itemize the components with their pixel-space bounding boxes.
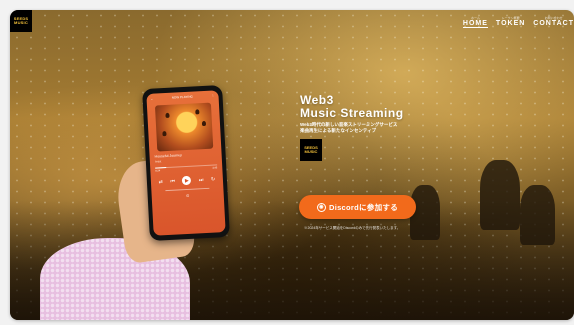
nav-sub-label: お問い合わせ (544, 16, 563, 20)
repeat-icon[interactable]: ↻ (211, 176, 216, 182)
balloon-icon (195, 109, 200, 115)
hero-subtitle-line2: 楽曲再生による新たなインセンティブ (300, 128, 377, 133)
phone-mockup: ⌄ NOW PLAYING ⋮ Houseful Journey Artist … (142, 85, 230, 241)
logo-line2: MUSIC (14, 20, 28, 25)
balloon-icon (162, 130, 167, 137)
top-nav: ホーム HOME トークン概要 TOKEN お問い合わせ CONTACT (462, 16, 574, 28)
nav-label: HOME (462, 20, 488, 28)
time-elapsed: 0:24 (155, 169, 161, 173)
silhouette (520, 185, 555, 245)
next-icon[interactable]: ⏭ (199, 177, 204, 183)
time-total: 3:45 (212, 166, 218, 170)
more-icon: ⋮ (211, 93, 215, 98)
shuffle-icon[interactable]: ⇄ (159, 179, 164, 185)
nav-label: TOKEN (495, 20, 526, 27)
nav-sub-label: トークン概要 (501, 16, 520, 20)
hero-copy: Web3 Music Streaming Web3時代の新しい音楽ストリーミング… (300, 94, 404, 161)
cta-note: ※2024年サービス開始をDiscordのみで先行発表いたします。 (304, 226, 401, 230)
cta-label: Discordに参加する (328, 202, 399, 212)
nav-item-token[interactable]: トークン概要 TOKEN (496, 16, 525, 28)
token-logo: SEEDS MUSIC (300, 139, 322, 161)
album-art (154, 102, 214, 152)
nav-item-home[interactable]: ホーム HOME (462, 16, 488, 28)
volume-bar[interactable] (165, 187, 210, 192)
balloon-icon (201, 120, 207, 127)
silhouette (480, 160, 520, 230)
cast-icon[interactable]: ⊙ (152, 191, 224, 200)
play-button[interactable]: ▶ (182, 175, 192, 186)
balloon-icon (165, 112, 170, 119)
phone-screen: ⌄ NOW PLAYING ⋮ Houseful Journey Artist … (146, 90, 226, 236)
previous-icon[interactable]: ⏮ (170, 178, 175, 184)
nav-item-contact[interactable]: お問い合わせ CONTACT (533, 16, 574, 28)
discord-icon: ◉ (316, 202, 326, 212)
discord-join-button[interactable]: ◉ Discordに参加する (299, 195, 416, 219)
site-logo[interactable]: SEEDS MUSIC (10, 10, 32, 32)
hero-title-line2: Music Streaming (300, 106, 404, 120)
hero-section: SEEDS MUSIC ホーム HOME トークン概要 TOKEN お問い合わせ… (10, 10, 574, 320)
nav-label: CONTACT (533, 20, 574, 27)
nav-sub-label: ホーム (470, 16, 480, 20)
player-controls: ⇄ ⏮ ▶ ⏭ ↻ (155, 174, 219, 186)
chevron-down-icon: ⌄ (150, 96, 154, 101)
player-header-label: NOW PLAYING (171, 94, 193, 100)
token-logo-line2: MUSIC (304, 149, 318, 154)
